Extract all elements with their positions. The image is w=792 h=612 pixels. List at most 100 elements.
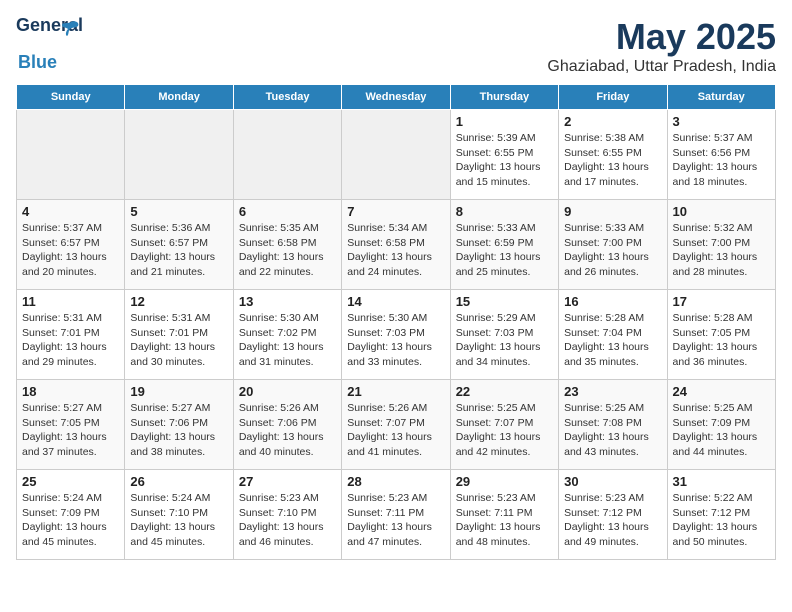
cell-info: Sunset: 6:58 PM (239, 236, 336, 251)
calendar-cell: 16Sunrise: 5:28 AMSunset: 7:04 PMDayligh… (559, 290, 667, 380)
calendar-cell: 20Sunrise: 5:26 AMSunset: 7:06 PMDayligh… (233, 380, 341, 470)
cell-info: Sunrise: 5:25 AM (673, 401, 770, 416)
cell-info: Daylight: 13 hours and 18 minutes. (673, 160, 770, 189)
day-number: 24 (673, 384, 770, 399)
header-thursday: Thursday (450, 85, 558, 110)
cell-info: Daylight: 13 hours and 45 minutes. (22, 520, 119, 549)
calendar-cell: 10Sunrise: 5:32 AMSunset: 7:00 PMDayligh… (667, 200, 775, 290)
calendar-cell: 24Sunrise: 5:25 AMSunset: 7:09 PMDayligh… (667, 380, 775, 470)
cell-info: Sunrise: 5:23 AM (564, 491, 661, 506)
calendar-cell: 22Sunrise: 5:25 AMSunset: 7:07 PMDayligh… (450, 380, 558, 470)
day-number: 22 (456, 384, 553, 399)
calendar-cell: 31Sunrise: 5:22 AMSunset: 7:12 PMDayligh… (667, 470, 775, 560)
cell-info: Sunrise: 5:34 AM (347, 221, 444, 236)
cell-info: Sunset: 7:04 PM (564, 326, 661, 341)
calendar-cell: 2Sunrise: 5:38 AMSunset: 6:55 PMDaylight… (559, 110, 667, 200)
calendar-cell: 26Sunrise: 5:24 AMSunset: 7:10 PMDayligh… (125, 470, 233, 560)
week-row-4: 18 Sunrise: 5:27 AM Sunset: 7:05 PM Dayligh… (17, 380, 776, 470)
day-number: 8 (456, 204, 553, 219)
day-number: 31 (673, 474, 770, 489)
cell-info: Sunset: 6:58 PM (347, 236, 444, 251)
cell-info: Sunrise: 5:30 AM (347, 311, 444, 326)
calendar-table: SundayMondayTuesdayWednesdayThursdayFrid… (16, 84, 776, 560)
day-number: 20 (239, 384, 336, 399)
header-friday: Friday (559, 85, 667, 110)
week-row-2: 4Sunrise: 5:37 AMSunset: 6:57 PMDaylight… (17, 200, 776, 290)
header-row: SundayMondayTuesdayWednesdayThursdayFrid… (17, 85, 776, 110)
day-number: 19 (130, 384, 227, 399)
calendar-cell: 28Sunrise: 5:23 AMSunset: 7:11 PMDayligh… (342, 470, 450, 560)
cell-info: Daylight: 13 hours and 43 minutes. (564, 430, 661, 459)
cell-info: Sunrise: 5:23 AM (347, 491, 444, 506)
calendar-cell: 4Sunrise: 5:37 AMSunset: 6:57 PMDaylight… (17, 200, 125, 290)
day-number: 1 (456, 114, 553, 129)
day-number: 30 (564, 474, 661, 489)
calendar-cell: 12 Sunrise: 5:31 AMSunset: 7:01 PMDayligh… (125, 290, 233, 380)
cell-info: Sunrise: 5:38 AM (564, 131, 661, 146)
cell-info: Sunrise: 5:31 AM (130, 311, 227, 326)
calendar-cell: 15Sunrise: 5:29 AMSunset: 7:03 PMDayligh… (450, 290, 558, 380)
day-number: 17 (673, 294, 770, 309)
calendar-cell: 8Sunrise: 5:33 AMSunset: 6:59 PMDaylight… (450, 200, 558, 290)
cell-info: Sunrise: 5:33 AM (564, 221, 661, 236)
cell-info: Sunrise: 5:30 AM (239, 311, 336, 326)
cell-info: Sunrise: 5:32 AM (673, 221, 770, 236)
logo: General Blue (16, 16, 64, 73)
cell-info: Sunset: 7:06 PM (239, 416, 336, 431)
cell-info: Daylight: 13 hours and 34 minutes. (456, 340, 553, 369)
cell-info: Sunset: 6:59 PM (456, 236, 553, 251)
cell-info: Sunrise: 5:29 AM (456, 311, 553, 326)
day-number: 18 (22, 384, 119, 399)
cell-info: Sunset: 6:55 PM (456, 146, 553, 161)
cell-info: Sunrise: 5:27 AM (130, 401, 227, 416)
main-title: May 2025 (547, 16, 776, 58)
header-saturday: Saturday (667, 85, 775, 110)
cell-info: Daylight: 13 hours and 24 minutes. (347, 250, 444, 279)
day-number: 26 (130, 474, 227, 489)
cell-info: Sunrise: 5:23 AM (239, 491, 336, 506)
cell-info: Sunset: 7:05 PM (22, 416, 119, 431)
header-sunday: Sunday (17, 85, 125, 110)
cell-info: Sunset: 7:01 PM (130, 326, 227, 341)
cell-info: Sunset: 7:09 PM (22, 506, 119, 521)
cell-info: Sunset: 7:10 PM (239, 506, 336, 521)
cell-info: Daylight: 13 hours and 45 minutes. (130, 520, 227, 549)
calendar-cell: 11Sunrise: 5:31 AMSunset: 7:01 PMDayligh… (17, 290, 125, 380)
cell-info: Daylight: 13 hours and 30 minutes. (130, 340, 227, 369)
calendar-cell: 27Sunrise: 5:23 AMSunset: 7:10 PMDayligh… (233, 470, 341, 560)
calendar-cell: 7Sunrise: 5:34 AMSunset: 6:58 PMDaylight… (342, 200, 450, 290)
cell-info: Sunset: 7:11 PM (347, 506, 444, 521)
cell-info: Daylight: 13 hours and 44 minutes. (673, 430, 770, 459)
day-number: 21 (347, 384, 444, 399)
title-area: May 2025 Ghaziabad, Uttar Pradesh, India (547, 16, 776, 76)
day-number: 4 (22, 204, 119, 219)
calendar-cell: 13Sunrise: 5:30 AMSunset: 7:02 PMDayligh… (233, 290, 341, 380)
week-row-1: 1Sunrise: 5:39 AMSunset: 6:55 PMDaylight… (17, 110, 776, 200)
day-number: 9 (564, 204, 661, 219)
cell-info: Sunset: 7:06 PM (130, 416, 227, 431)
day-number: 5 (130, 204, 227, 219)
calendar-cell: 25Sunrise: 5:24 AMSunset: 7:09 PMDayligh… (17, 470, 125, 560)
cell-info: Sunset: 7:12 PM (673, 506, 770, 521)
cell-info: Daylight: 13 hours and 21 minutes. (130, 250, 227, 279)
calendar-cell: 21Sunrise: 5:26 AMSunset: 7:07 PMDayligh… (342, 380, 450, 470)
header: General Blue May 2025 Ghaziabad, Uttar P… (16, 16, 776, 76)
week-row-3: 11Sunrise: 5:31 AMSunset: 7:01 PMDayligh… (17, 290, 776, 380)
cell-info: Sunrise: 5:28 AM (673, 311, 770, 326)
cell-info: Daylight: 13 hours and 17 minutes. (564, 160, 661, 189)
cell-info: Sunset: 7:10 PM (130, 506, 227, 521)
day-number: 12 (130, 294, 227, 309)
calendar-cell: 19Sunrise: 5:27 AMSunset: 7:06 PMDayligh… (125, 380, 233, 470)
cell-info: Sunset: 7:05 PM (673, 326, 770, 341)
cell-info: Sunset: 7:03 PM (347, 326, 444, 341)
cell-info: Sunset: 7:00 PM (673, 236, 770, 251)
day-number: 3 (673, 114, 770, 129)
cell-info: Sunrise: 5:37 AM (673, 131, 770, 146)
cell-info: Sunset: 7:01 PM (22, 326, 119, 341)
cell-info: Daylight: 13 hours and 36 minutes. (673, 340, 770, 369)
cell-info: Sunset: 7:07 PM (456, 416, 553, 431)
week-row-5: 25Sunrise: 5:24 AMSunset: 7:09 PMDayligh… (17, 470, 776, 560)
calendar-cell: 14Sunrise: 5:30 AMSunset: 7:03 PMDayligh… (342, 290, 450, 380)
calendar-cell: 30Sunrise: 5:23 AMSunset: 7:12 PMDayligh… (559, 470, 667, 560)
cell-info: Daylight: 13 hours and 35 minutes. (564, 340, 661, 369)
